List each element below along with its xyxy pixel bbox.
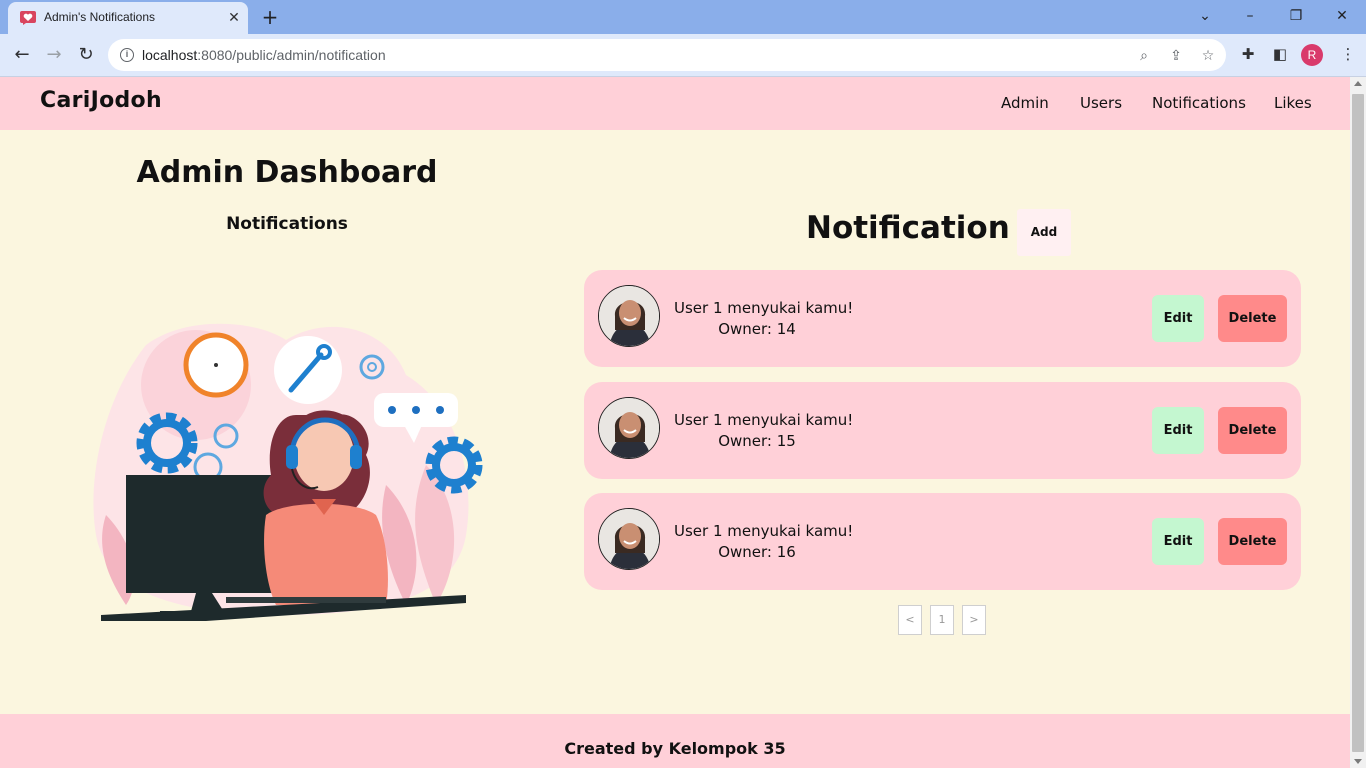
restore-icon[interactable]: ❐ [1284, 4, 1308, 28]
scroll-thumb[interactable] [1352, 94, 1364, 752]
zoom-icon[interactable]: ⌕ [1134, 46, 1154, 66]
notification-message: User 1 menyukai kamu! [674, 411, 854, 429]
nav-users[interactable]: Users [1080, 94, 1122, 112]
notification-owner: Owner: 15 [718, 432, 796, 450]
customer-support-illustration [93, 323, 483, 621]
add-notification-button[interactable]: Add [1017, 209, 1071, 256]
back-icon[interactable]: ← [10, 43, 34, 67]
user-avatar-image [599, 509, 659, 569]
scroll-down-arrow-icon[interactable] [1354, 759, 1362, 764]
tab-search-chevron-icon[interactable]: ⌄ [1193, 4, 1217, 28]
url-text[interactable]: localhost:8080/public/admin/notification [142, 47, 386, 63]
address-bar[interactable]: i localhost:8080/public/admin/notificati… [108, 39, 1226, 71]
notification-owner: Owner: 14 [718, 320, 796, 338]
pagination-page-1[interactable]: 1 [930, 605, 954, 635]
dashboard-title: Admin Dashboard [136, 155, 438, 190]
chrome-menu-icon[interactable]: ⋮ [1337, 43, 1359, 65]
edit-button[interactable]: Edit [1152, 407, 1204, 454]
footer-credit: Created by Kelompok 35 [564, 739, 786, 758]
browser-toolbar: ← → ↻ i localhost:8080/public/admin/noti… [0, 34, 1366, 77]
forward-icon[interactable]: → [42, 43, 66, 67]
delete-button[interactable]: Delete [1218, 518, 1287, 565]
nav-notifications[interactable]: Notifications [1152, 94, 1246, 112]
reload-icon[interactable]: ↻ [74, 43, 98, 67]
nav-likes[interactable]: Likes [1274, 94, 1312, 112]
pagination-prev[interactable]: < [898, 605, 922, 635]
close-window-icon[interactable]: ✕ [1330, 4, 1354, 28]
new-tab-icon[interactable]: + [258, 6, 282, 28]
tab-title: Admin's Notifications [44, 10, 155, 24]
notification-card: User 1 menyukai kamu! Owner: 15 Edit Del… [584, 382, 1301, 479]
browser-tabstrip: Admin's Notifications ✕ + ⌄ – ❐ ✕ [0, 0, 1366, 34]
pagination-next[interactable]: > [962, 605, 986, 635]
notification-message: User 1 menyukai kamu! [674, 299, 854, 317]
avatar [598, 508, 660, 570]
site-footer: Created by Kelompok 35 [0, 714, 1350, 768]
heart-favicon-icon [20, 11, 36, 25]
avatar [598, 285, 660, 347]
bookmark-star-icon[interactable]: ☆ [1198, 46, 1218, 66]
notification-card: User 1 menyukai kamu! Owner: 14 Edit Del… [584, 270, 1301, 367]
notification-message: User 1 menyukai kamu! [674, 522, 854, 540]
profile-avatar[interactable]: R [1301, 44, 1323, 66]
brand-logo[interactable]: CariJodoh [40, 88, 162, 113]
user-avatar-image [599, 398, 659, 458]
page-viewport: CariJodoh Admin Users Notifications Like… [0, 77, 1350, 768]
minimize-icon[interactable]: – [1238, 4, 1262, 28]
nav-admin[interactable]: Admin [1001, 94, 1049, 112]
site-info-icon[interactable]: i [120, 48, 134, 62]
edit-button[interactable]: Edit [1152, 295, 1204, 342]
extensions-puzzle-icon[interactable]: ✚ [1237, 43, 1259, 65]
side-panel-icon[interactable]: ◧ [1269, 43, 1291, 65]
notification-card: User 1 menyukai kamu! Owner: 16 Edit Del… [584, 493, 1301, 590]
user-avatar-image [599, 286, 659, 346]
tab-close-icon[interactable]: ✕ [226, 10, 242, 26]
notification-owner: Owner: 16 [718, 543, 796, 561]
page-scrollbar[interactable] [1350, 77, 1366, 768]
browser-tab[interactable]: Admin's Notifications ✕ [8, 2, 248, 34]
site-navbar: CariJodoh Admin Users Notifications Like… [0, 77, 1350, 130]
scroll-up-arrow-icon[interactable] [1354, 81, 1362, 86]
notification-heading: Notification [806, 210, 1010, 246]
dashboard-subtitle: Notifications [226, 214, 348, 234]
edit-button[interactable]: Edit [1152, 518, 1204, 565]
delete-button[interactable]: Delete [1218, 407, 1287, 454]
share-icon[interactable]: ⇪ [1166, 46, 1186, 66]
delete-button[interactable]: Delete [1218, 295, 1287, 342]
avatar [598, 397, 660, 459]
